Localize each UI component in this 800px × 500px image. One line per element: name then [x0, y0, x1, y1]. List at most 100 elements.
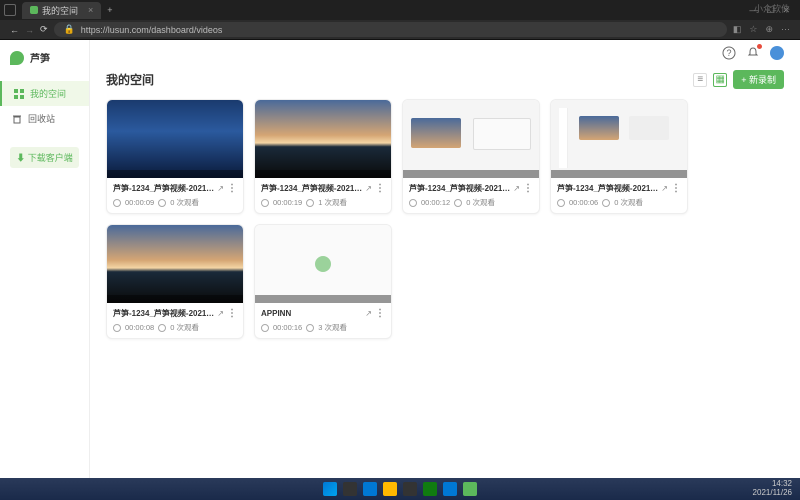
svg-text:?: ?: [726, 48, 731, 58]
video-duration: 00:00:19: [273, 198, 302, 207]
top-toolbar: ?: [722, 46, 784, 60]
video-card[interactable]: 芦笋-1234_芦笋视频-20211126↗⋮00:00:060 次观看: [550, 99, 688, 214]
taskbar-app-icon[interactable]: [383, 482, 397, 496]
nav-forward-icon[interactable]: →: [25, 25, 34, 35]
video-views: 0 次观看: [170, 322, 199, 333]
clock-icon: [261, 324, 269, 332]
new-record-button[interactable]: + 新录制: [733, 70, 784, 89]
sidebar: 芦笋 我的空间 回收站 ⬇ 下载客户端: [0, 40, 90, 478]
grid-icon: [14, 89, 24, 99]
view-grid-button[interactable]: ▦: [713, 73, 727, 87]
taskbar-app-icon[interactable]: [363, 482, 377, 496]
share-icon[interactable]: ↗: [365, 184, 372, 193]
brand-name: 芦笋: [30, 50, 50, 65]
eye-icon: [306, 199, 314, 207]
sidebar-item-trash[interactable]: 回收站: [0, 106, 89, 131]
more-menu-icon[interactable]: ⋮: [227, 183, 237, 194]
clock-icon: [113, 199, 121, 207]
taskbar-app-icon[interactable]: [403, 482, 417, 496]
video-views: 3 次观看: [318, 322, 347, 333]
nav-refresh-icon[interactable]: ⟳: [40, 24, 48, 35]
clock-icon: [409, 199, 417, 207]
browser-menu-icon[interactable]: ⋯: [781, 24, 790, 35]
sidebar-item-label: 回收站: [28, 112, 55, 125]
video-thumbnail[interactable]: [551, 100, 687, 178]
video-thumbnail[interactable]: [255, 225, 391, 303]
video-thumbnail[interactable]: [255, 100, 391, 178]
favicon-icon: [30, 6, 38, 14]
more-menu-icon[interactable]: ⋮: [227, 308, 237, 319]
browser-toolbar: ← → ⟳ 🔒 https://lusun.com/dashboard/vide…: [0, 20, 800, 40]
sidebar-item-label: 我的空间: [30, 87, 66, 100]
workspace-icon[interactable]: [4, 4, 16, 16]
video-thumbnail[interactable]: [107, 100, 243, 178]
video-duration: 00:00:09: [125, 198, 154, 207]
video-title: 芦笋-1234_芦笋视频-20211126: [261, 183, 362, 194]
video-grid: 芦笋-1234_芦笋视频-20211126↗⋮00:00:090 次观看芦笋-1…: [106, 99, 784, 339]
share-icon[interactable]: ↗: [365, 309, 372, 318]
watermark-text: 小众软件: [754, 2, 790, 15]
user-avatar[interactable]: [770, 46, 784, 60]
close-tab-icon[interactable]: ×: [88, 5, 93, 15]
brand-logo[interactable]: 芦笋: [0, 40, 89, 75]
new-tab-button[interactable]: +: [107, 5, 112, 15]
browser-tab[interactable]: 我的空间 ×: [22, 2, 101, 19]
watermark-bottom: 西西 CR173.COM: [714, 459, 794, 474]
clock-icon: [113, 324, 121, 332]
help-icon[interactable]: ?: [722, 46, 736, 60]
favorites-icon[interactable]: ☆: [749, 24, 757, 35]
sidebar-item-my-space[interactable]: 我的空间: [0, 81, 89, 106]
video-views: 1 次观看: [318, 197, 347, 208]
address-bar[interactable]: 🔒 https://lusun.com/dashboard/videos: [54, 22, 727, 37]
eye-icon: [602, 199, 610, 207]
more-menu-icon[interactable]: ⋮: [671, 183, 681, 194]
view-list-button[interactable]: ≡: [693, 73, 707, 87]
share-icon[interactable]: ↗: [661, 184, 668, 193]
taskbar-app-icon[interactable]: [463, 482, 477, 496]
share-icon[interactable]: ↗: [217, 309, 224, 318]
extension-icon[interactable]: ◧: [733, 24, 742, 35]
clock-date: 2021/11/26: [753, 489, 792, 498]
system-tray[interactable]: 14:32 2021/11/26: [753, 480, 792, 498]
video-card[interactable]: APPINN↗⋮ 00:00:16 3 次观看: [254, 224, 392, 339]
download-icon: ⬇: [16, 153, 25, 163]
eye-icon: [158, 324, 166, 332]
more-menu-icon[interactable]: ⋮: [523, 183, 533, 194]
clock-icon: [261, 199, 269, 207]
video-title: 芦笋-1234_芦笋视频-20211126: [113, 183, 214, 194]
taskbar-app-icon[interactable]: [443, 482, 457, 496]
video-card[interactable]: 芦笋-1234_芦笋视频-20211126↗⋮00:00:090 次观看: [106, 99, 244, 214]
video-duration: 00:00:12: [421, 198, 450, 207]
video-title: 芦笋-1234_芦笋视频-20211126: [409, 183, 510, 194]
video-title: APPINN: [261, 309, 362, 318]
video-views: 0 次观看: [466, 197, 495, 208]
video-card[interactable]: 芦笋-1234_芦笋视频-20211126↗⋮ 00:00:19 1 次观看: [254, 99, 392, 214]
url-text: https://lusun.com/dashboard/videos: [81, 25, 223, 35]
video-thumbnail[interactable]: [107, 225, 243, 303]
taskbar-app-icon[interactable]: [343, 482, 357, 496]
video-title: 芦笋-1234_芦笋视频-20211126: [557, 183, 658, 194]
collections-icon[interactable]: ⊕: [765, 24, 773, 35]
video-duration: 00:00:16: [273, 323, 302, 332]
video-thumbnail[interactable]: [403, 100, 539, 178]
eye-icon: [158, 199, 166, 207]
more-menu-icon[interactable]: ⋮: [375, 308, 385, 319]
download-client-button[interactable]: ⬇ 下载客户端: [10, 147, 79, 168]
share-icon[interactable]: ↗: [217, 184, 224, 193]
more-menu-icon[interactable]: ⋮: [375, 183, 385, 194]
nav-back-icon[interactable]: ←: [10, 25, 19, 35]
start-button[interactable]: [323, 482, 337, 496]
windows-taskbar: 14:32 2021/11/26: [0, 478, 800, 500]
share-icon[interactable]: ↗: [513, 184, 520, 193]
taskbar-app-icon[interactable]: [423, 482, 437, 496]
video-card[interactable]: 芦笋-1234_芦笋视频-20211126↗⋮00:00:080 次观看: [106, 224, 244, 339]
notifications-icon[interactable]: [746, 46, 760, 60]
lock-icon: 🔒: [64, 24, 75, 35]
video-card[interactable]: 芦笋-1234_芦笋视频-20211126↗⋮ 00:00:12 0 次观看: [402, 99, 540, 214]
video-title: 芦笋-1234_芦笋视频-20211126: [113, 308, 214, 319]
logo-icon: [10, 51, 24, 65]
eye-icon: [454, 199, 462, 207]
clock-icon: [557, 199, 565, 207]
tab-title: 我的空间: [42, 4, 78, 17]
trash-icon: [12, 114, 22, 124]
